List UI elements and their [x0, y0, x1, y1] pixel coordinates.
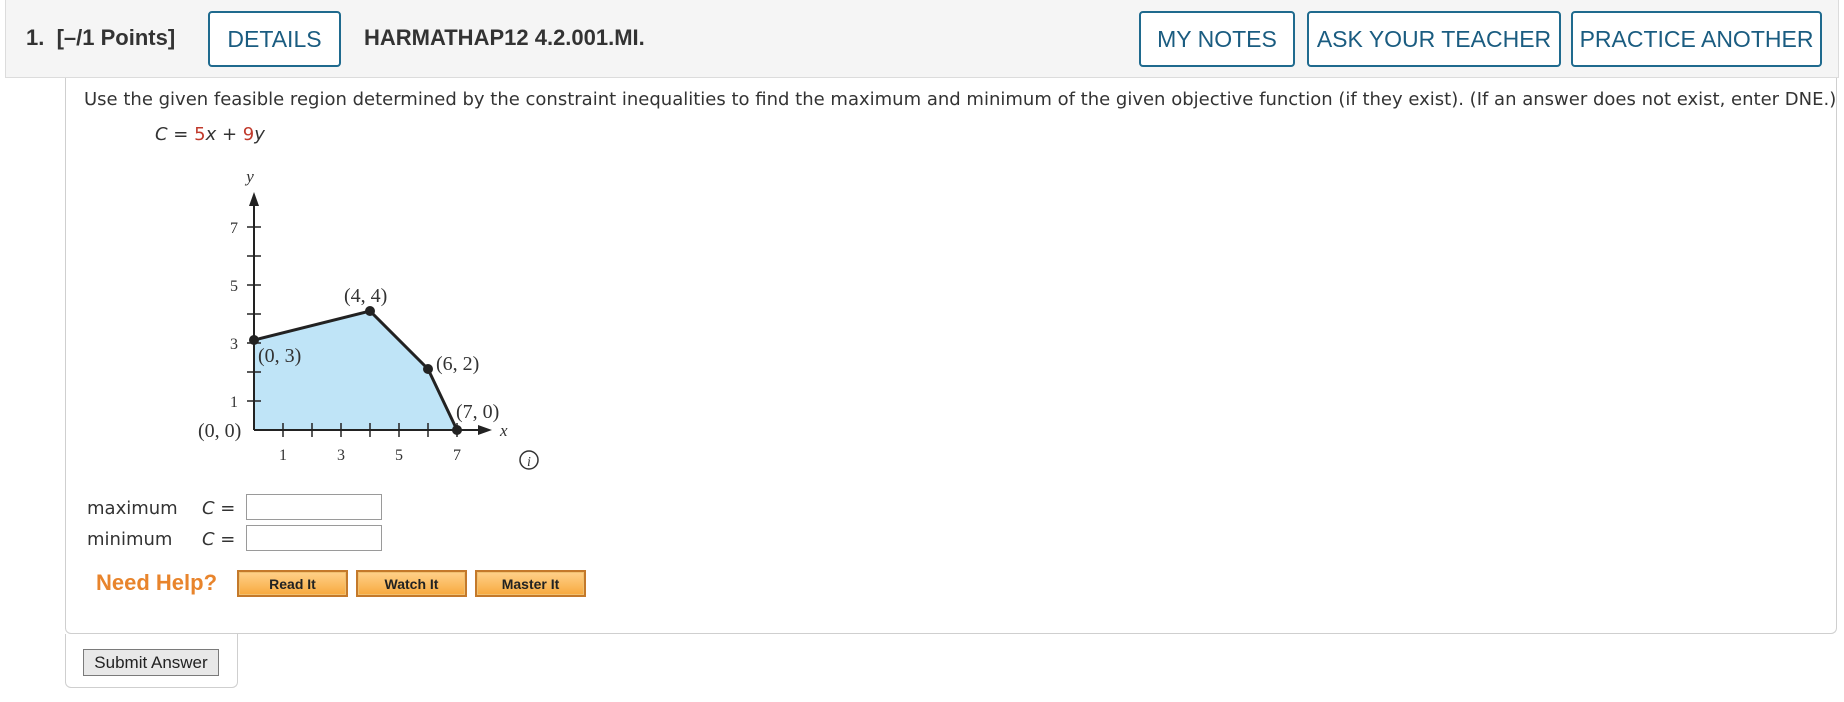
watch-it-button[interactable]: Watch It: [356, 570, 467, 597]
question-number: 1. [–/1 Points]: [26, 25, 176, 50]
maximum-input[interactable]: [246, 494, 382, 520]
y-tick-label: 5: [230, 278, 238, 295]
submit-answer-button[interactable]: Submit Answer: [83, 649, 219, 676]
info-icon[interactable]: i: [519, 450, 539, 470]
minimum-input[interactable]: [246, 525, 382, 551]
y-axis-arrow-icon: [249, 192, 259, 206]
feasible-region-graph: y x 7 5 3 1 1 3 5 7 (0, 0) (0, 3) (4, 4)…: [198, 167, 539, 470]
x-tick-label: 5: [395, 447, 403, 464]
minimum-label: minimum: [87, 529, 173, 550]
my-notes-button[interactable]: MY NOTES: [1139, 11, 1295, 67]
x-tick-label: 3: [337, 447, 345, 464]
y-axis-label: y: [244, 167, 254, 186]
maximum-label: maximum: [87, 498, 178, 519]
vertex-point: [452, 425, 462, 435]
y-tick-label: 1: [230, 394, 238, 411]
x-tick-label: 7: [453, 447, 461, 464]
vertex-label: (0, 0): [198, 420, 241, 442]
y-tick-label: 7: [230, 220, 238, 237]
question-text: Use the given feasible region determined…: [84, 89, 1837, 110]
points-label: [–/1 Points]: [56, 25, 176, 50]
master-it-button[interactable]: Master It: [475, 570, 586, 597]
vertex-label: (6, 2): [436, 353, 479, 375]
c-equals-label: C =: [202, 498, 236, 519]
objective-function: C = 5x + 9y: [155, 124, 265, 145]
c-equals-label: C =: [202, 529, 236, 550]
vertex-label: (7, 0): [456, 401, 499, 423]
x-tick-label: 1: [279, 447, 287, 464]
details-button[interactable]: DETAILS: [208, 11, 341, 67]
need-help-label: Need Help?: [96, 570, 218, 595]
vertex-point: [365, 306, 375, 316]
vertex-point: [249, 335, 259, 345]
vertex-point: [423, 364, 433, 374]
ask-your-teacher-button[interactable]: ASK YOUR TEACHER: [1307, 11, 1561, 67]
vertex-label: (4, 4): [344, 285, 387, 307]
svg-text:i: i: [527, 455, 531, 470]
x-axis-label: x: [499, 421, 508, 440]
read-it-button[interactable]: Read It: [237, 570, 348, 597]
y-tick-label: 3: [230, 336, 238, 353]
vertex-label: (0, 3): [258, 345, 301, 367]
practice-another-button[interactable]: PRACTICE ANOTHER: [1571, 11, 1822, 67]
x-axis-arrow-icon: [478, 425, 492, 435]
problem-code: HARMATHAP12 4.2.001.MI.: [364, 25, 645, 50]
